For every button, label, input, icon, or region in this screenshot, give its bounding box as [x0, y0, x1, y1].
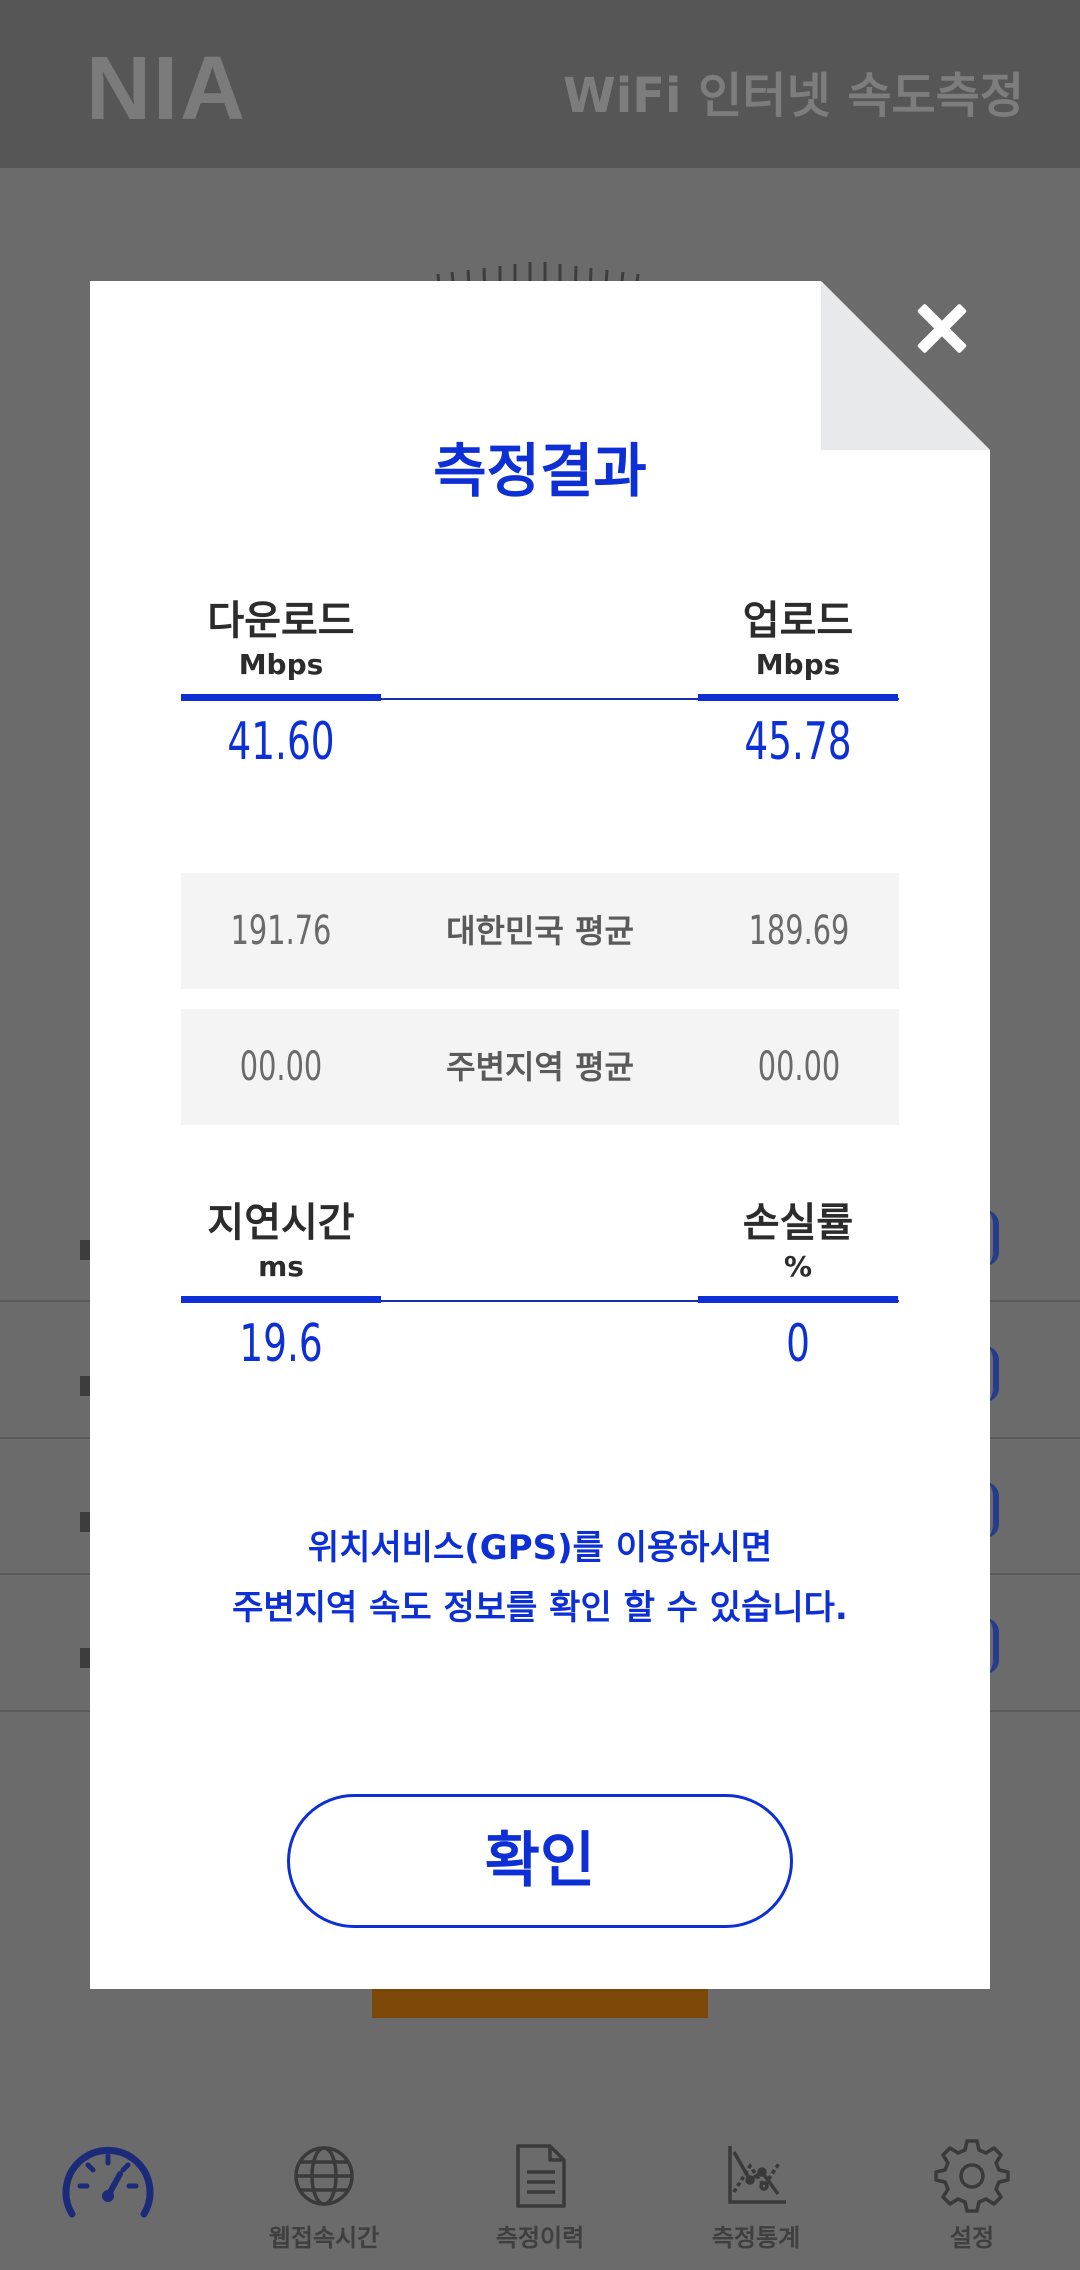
local-average-download: 00.00 — [239, 1044, 323, 1090]
app-title: WiFi 인터넷 속도측정 — [562, 68, 1024, 124]
nav-item-settings[interactable]: 설정 — [864, 2098, 1080, 2270]
loss-value: 0 — [786, 1314, 810, 1374]
loss-unit: % — [783, 1250, 813, 1283]
nav-label: 측정이력 — [495, 2224, 585, 2252]
national-average-label: 대한민국 평균 — [446, 912, 634, 950]
upload-underline — [698, 694, 898, 701]
bottom-nav: 웹접속시간 측정이력 측정통계 설정 — [0, 2098, 1080, 2270]
speedometer-icon — [62, 2146, 154, 2218]
nav-label: 측정통계 — [711, 2224, 801, 2252]
nia-logo: NIA — [86, 39, 247, 139]
nav-item-history[interactable]: 측정이력 — [432, 2098, 648, 2270]
loss-label: 손실률 — [742, 1200, 854, 1246]
chart-icon — [728, 2146, 786, 2204]
modal-title: 측정결과 — [433, 437, 647, 505]
gps-notice-line1: 위치서비스(GPS)를 이용하시면 — [307, 1528, 773, 1568]
close-button[interactable] — [908, 295, 976, 363]
globe-icon — [294, 2146, 354, 2206]
nav-item-statistics[interactable]: 측정통계 — [648, 2098, 864, 2270]
latency-unit: ms — [258, 1250, 304, 1283]
download-unit: Mbps — [238, 648, 324, 681]
latency-label: 지연시간 — [207, 1200, 355, 1246]
document-icon — [516, 2144, 566, 2208]
loss-underline — [698, 1296, 898, 1303]
gear-icon — [934, 2139, 1010, 2213]
download-underline — [181, 694, 381, 701]
confirm-button[interactable]: 확인 — [287, 1794, 793, 1928]
download-label: 다운로드 — [207, 598, 355, 644]
local-average-upload: 00.00 — [757, 1044, 841, 1090]
upload-unit: Mbps — [755, 648, 841, 681]
nav-label: 웹접속시간 — [268, 2224, 380, 2252]
nav-item-speed[interactable] — [0, 2098, 216, 2270]
national-average-row: 191.76 대한민국 평균 189.69 — [181, 873, 899, 989]
gps-notice-line2: 주변지역 속도 정보를 확인 할 수 있습니다. — [232, 1588, 848, 1628]
result-modal — [90, 281, 990, 1989]
nav-label: 설정 — [949, 2224, 995, 2252]
download-value: 41.60 — [227, 712, 335, 772]
app-header: NIA WiFi 인터넷 속도측정 — [0, 0, 1080, 168]
upload-label: 업로드 — [742, 598, 854, 644]
local-average-row: 00.00 주변지역 평균 00.00 — [181, 1009, 899, 1125]
national-average-download: 191.76 — [230, 908, 332, 954]
nav-item-web-access[interactable]: 웹접속시간 — [216, 2098, 432, 2270]
local-average-label: 주변지역 평균 — [446, 1048, 634, 1086]
latency-value: 19.6 — [239, 1314, 323, 1374]
latency-underline — [181, 1296, 381, 1303]
national-average-upload: 189.69 — [748, 908, 850, 954]
upload-value: 45.78 — [744, 712, 852, 772]
gps-notice: 위치서비스(GPS)를 이용하시면 주변지역 속도 정보를 확인 할 수 있습니… — [90, 1518, 990, 1638]
